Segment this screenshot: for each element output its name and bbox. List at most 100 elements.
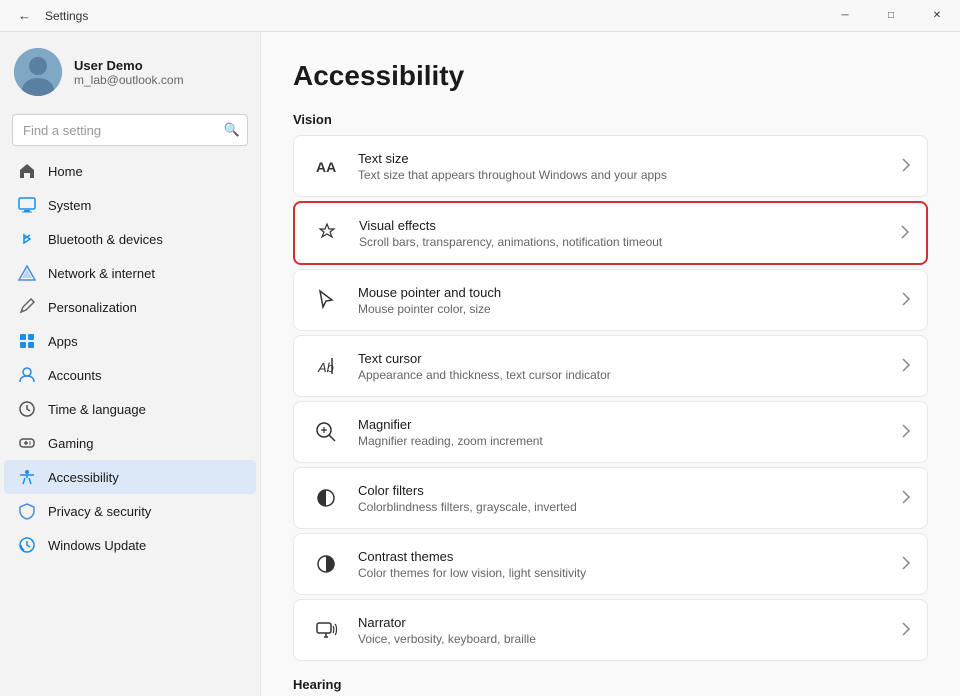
section-vision: Vision AA Text size Text size that appears … <box>293 112 928 661</box>
user-name: User Demo <box>74 58 184 73</box>
titlebar-left: ← Settings <box>12 4 88 27</box>
settings-group-text-size: AA Text size Text size that appears throug… <box>293 135 928 197</box>
section-title-hearing: Hearing <box>293 677 928 692</box>
settings-row-narrator[interactable]: Narrator Voice, verbosity, keyboard, brai… <box>294 600 927 660</box>
sidebar-item-label-update: Windows Update <box>48 538 146 553</box>
sidebar-nav: Home System Bluetooth & devices Network & i… <box>0 154 260 562</box>
settings-row-title-mouse-pointer: Mouse pointer and touch <box>358 285 885 300</box>
settings-row-title-narrator: Narrator <box>358 615 885 630</box>
settings-row-contrast-themes[interactable]: Contrast themes Color themes for low visi… <box>294 534 927 594</box>
system-icon <box>18 196 36 214</box>
settings-row-desc-text-size: Text size that appears throughout Window… <box>358 168 885 182</box>
section-hearing: HearingAudioMono audio, audio notificati… <box>293 677 928 696</box>
settings-row-title-visual-effects: Visual effects <box>359 218 884 233</box>
chevron-icon-text-cursor <box>901 357 911 376</box>
user-email: m_lab@outlook.com <box>74 73 184 87</box>
sidebar-item-privacy[interactable]: Privacy & security <box>4 494 256 528</box>
titlebar-buttons: ─ □ ✕ <box>822 0 960 32</box>
settings-group-contrast-themes: Contrast themes Color themes for low visi… <box>293 533 928 595</box>
sidebar-item-network[interactable]: Network & internet <box>4 256 256 290</box>
accessibility-icon <box>18 468 36 486</box>
settings-row-desc-color-filters: Colorblindness filters, grayscale, inver… <box>358 500 885 514</box>
settings-row-icon-contrast-themes <box>310 548 342 580</box>
settings-row-title-text-cursor: Text cursor <box>358 351 885 366</box>
settings-row-icon-narrator <box>310 614 342 646</box>
titlebar-title: Settings <box>45 9 88 23</box>
settings-row-desc-text-cursor: Appearance and thickness, text cursor in… <box>358 368 885 382</box>
chevron-icon-text-size <box>901 157 911 176</box>
privacy-icon <box>18 502 36 520</box>
home-icon <box>18 162 36 180</box>
maximize-button[interactable]: □ <box>868 0 914 32</box>
settings-row-title-magnifier: Magnifier <box>358 417 885 432</box>
settings-row-icon-magnifier <box>310 416 342 448</box>
sidebar-item-label-system: System <box>48 198 91 213</box>
settings-row-magnifier[interactable]: Magnifier Magnifier reading, zoom increme… <box>294 402 927 462</box>
settings-row-desc-narrator: Voice, verbosity, keyboard, braille <box>358 632 885 646</box>
user-profile[interactable]: User Demo m_lab@outlook.com <box>0 32 260 110</box>
sidebar-item-accessibility[interactable]: Accessibility <box>4 460 256 494</box>
settings-row-visual-effects[interactable]: Visual effects Scroll bars, transparency,… <box>295 203 926 263</box>
chevron-icon-magnifier <box>901 423 911 442</box>
sidebar-item-label-apps: Apps <box>48 334 78 349</box>
sidebar-item-apps[interactable]: Apps <box>4 324 256 358</box>
minimize-button[interactable]: ─ <box>822 0 868 32</box>
settings-row-text-size[interactable]: AA Text size Text size that appears throug… <box>294 136 927 196</box>
search-box: 🔍 <box>12 114 248 146</box>
chevron-icon-visual-effects <box>900 224 910 243</box>
sidebar-item-accounts[interactable]: Accounts <box>4 358 256 392</box>
settings-row-color-filters[interactable]: Color filters Colorblindness filters, gra… <box>294 468 927 528</box>
accounts-icon <box>18 366 36 384</box>
sidebar-item-label-gaming: Gaming <box>48 436 94 451</box>
chevron-icon-contrast-themes <box>901 555 911 574</box>
personalization-icon <box>18 298 36 316</box>
close-button[interactable]: ✕ <box>914 0 960 32</box>
update-icon <box>18 536 36 554</box>
settings-row-desc-mouse-pointer: Mouse pointer color, size <box>358 302 885 316</box>
settings-row-icon-color-filters <box>310 482 342 514</box>
settings-row-text-cursor[interactable]: AbText cursorAppearance and thickness, t… <box>294 336 927 396</box>
sidebar-item-system[interactable]: System <box>4 188 256 222</box>
sidebar-item-label-privacy: Privacy & security <box>48 504 151 519</box>
chevron-icon-narrator <box>901 621 911 640</box>
settings-group-magnifier: Magnifier Magnifier reading, zoom increme… <box>293 401 928 463</box>
chevron-icon-mouse-pointer <box>901 291 911 310</box>
sidebar-item-label-accounts: Accounts <box>48 368 101 383</box>
settings-row-icon-text-size: AA <box>310 150 342 182</box>
settings-group-mouse-pointer: Mouse pointer and touch Mouse pointer col… <box>293 269 928 331</box>
sidebar-item-label-network: Network & internet <box>48 266 155 281</box>
sidebar-item-personalization[interactable]: Personalization <box>4 290 256 324</box>
chevron-icon-color-filters <box>901 489 911 508</box>
settings-row-title-color-filters: Color filters <box>358 483 885 498</box>
settings-group-visual-effects: Visual effects Scroll bars, transparency,… <box>293 201 928 265</box>
apps-icon <box>18 332 36 350</box>
settings-row-title-contrast-themes: Contrast themes <box>358 549 885 564</box>
settings-row-mouse-pointer[interactable]: Mouse pointer and touch Mouse pointer col… <box>294 270 927 330</box>
settings-group-text-cursor: AbText cursorAppearance and thickness, t… <box>293 335 928 397</box>
settings-row-desc-visual-effects: Scroll bars, transparency, animations, n… <box>359 235 884 249</box>
settings-row-desc-magnifier: Magnifier reading, zoom increment <box>358 434 885 448</box>
sidebar-item-time[interactable]: Time & language <box>4 392 256 426</box>
sidebar-item-gaming[interactable]: Gaming <box>4 426 256 460</box>
sidebar-item-label-personalization: Personalization <box>48 300 137 315</box>
sidebar-item-label-accessibility: Accessibility <box>48 470 119 485</box>
app-container: User Demo m_lab@outlook.com 🔍 Home System… <box>0 32 960 696</box>
svg-text:AA: AA <box>316 159 336 175</box>
avatar <box>14 48 62 96</box>
titlebar: ← Settings ─ □ ✕ <box>0 0 960 32</box>
gaming-icon <box>18 434 36 452</box>
sidebar-item-update[interactable]: Windows Update <box>4 528 256 562</box>
sidebar-item-bluetooth[interactable]: Bluetooth & devices <box>4 222 256 256</box>
back-button[interactable]: ← <box>12 4 37 27</box>
sidebar-item-home[interactable]: Home <box>4 154 256 188</box>
settings-group-color-filters: Color filters Colorblindness filters, gra… <box>293 467 928 529</box>
settings-group-narrator: Narrator Voice, verbosity, keyboard, brai… <box>293 599 928 661</box>
settings-row-title-text-size: Text size <box>358 151 885 166</box>
user-info: User Demo m_lab@outlook.com <box>74 58 184 87</box>
section-title-vision: Vision <box>293 112 928 127</box>
search-input[interactable] <box>12 114 248 146</box>
settings-row-desc-contrast-themes: Color themes for low vision, light sensi… <box>358 566 885 580</box>
sidebar: User Demo m_lab@outlook.com 🔍 Home System… <box>0 32 260 696</box>
bluetooth-icon <box>18 230 36 248</box>
settings-row-icon-mouse-pointer <box>310 284 342 316</box>
